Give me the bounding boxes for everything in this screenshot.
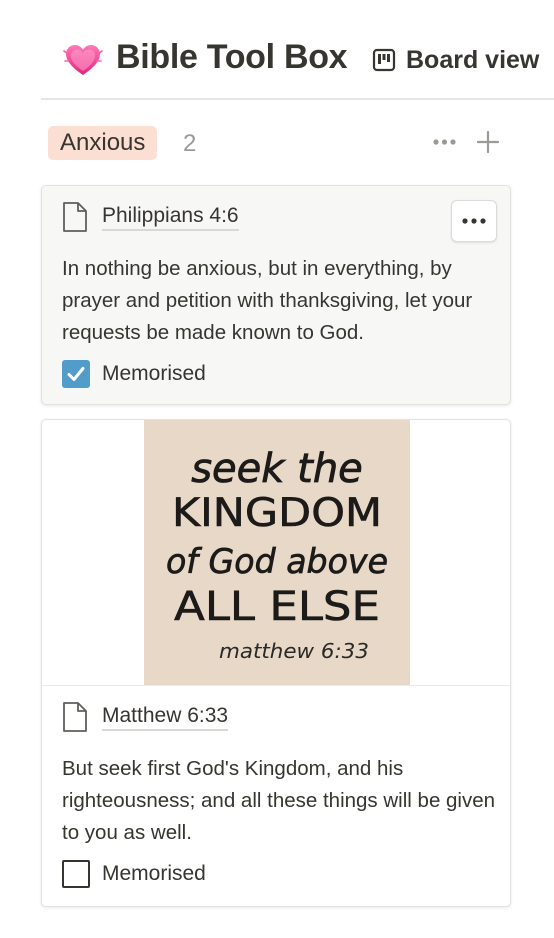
cover-line-1: seek the [191,446,363,492]
page-document-icon [63,202,87,232]
cover-line-3: of God above [166,542,388,582]
card-menu-button[interactable] [451,200,497,242]
card-title: Philippians 4:6 [102,204,239,231]
more-horizontal-icon [462,218,486,224]
group-label-pill[interactable]: Anxious [48,126,158,160]
board-card[interactable]: seek the KINGDOM of God above ALL ELSE m… [41,419,511,907]
page-title: Bible Tool Box [116,38,348,76]
header-divider [41,98,554,100]
board-icon [372,48,396,72]
memorised-checkbox[interactable] [62,860,90,888]
heart-emoji-icon [63,45,103,75]
add-card-icon[interactable] [476,130,500,154]
memorised-property: Memorised [62,859,206,889]
memorised-label: Memorised [102,862,206,885]
card-verse-text: In nothing be anxious, but in everything… [62,257,473,344]
group-count: 2 [183,130,197,157]
card-verse-text: But seek first God's Kingdom, and his ri… [62,757,496,844]
card-title-link[interactable]: Philippians 4:6 [62,200,239,234]
cover-divider [42,685,510,686]
more-options-icon[interactable] [431,134,461,150]
cover-line-5: matthew 6:33 [219,639,369,663]
cover-line-2: KINGDOM [172,491,382,536]
memorised-checkbox[interactable] [62,360,90,388]
checkmark-icon [67,367,85,381]
card-title: Matthew 6:33 [102,704,229,731]
memorised-property: Memorised [62,359,206,389]
page-document-icon [63,702,87,732]
card-cover-image: seek the KINGDOM of God above ALL ELSE m… [144,420,410,685]
board-view-tab[interactable]: Board view [372,44,539,76]
board-group-header: Anxious 2 [48,124,508,160]
memorised-label: Memorised [102,362,206,385]
cover-lettering: seek the KINGDOM of God above ALL ELSE m… [166,446,389,663]
board-card[interactable]: Philippians 4:6 In nothing be anxious, b… [41,185,511,405]
card-title-link[interactable]: Matthew 6:33 [62,700,229,734]
cover-line-4: ALL ELSE [174,584,380,630]
board-view-label: Board view [406,45,540,74]
page-header: Bible Tool Box Board view [0,0,554,100]
